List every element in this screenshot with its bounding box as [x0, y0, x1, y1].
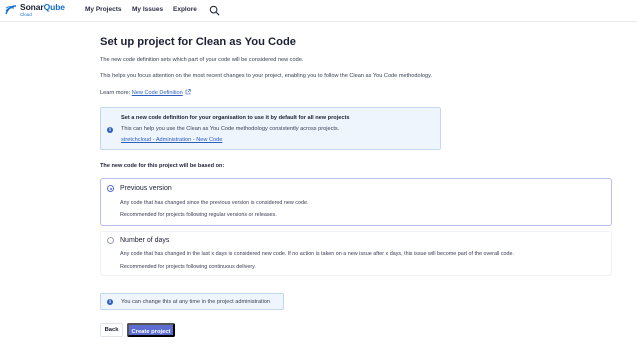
learn-more: Learn more: New Code Definition — [100, 89, 191, 96]
option-description: Any code that has changed in the last x … — [120, 251, 515, 257]
nav-explore[interactable]: Explore — [173, 6, 197, 13]
option-description: Any code that has changed since the prev… — [120, 200, 309, 206]
info-box-text: This can help you use the Clean as You C… — [121, 126, 340, 132]
organisation-new-code-settings-link[interactable]: stretchcloud - Administration - New Code — [121, 137, 222, 143]
option-number-of-days[interactable]: Number of days Any code that has changed… — [100, 231, 612, 276]
top-navigation-bar: SonarQube Cloud My Projects My Issues Ex… — [0, 0, 637, 22]
back-button[interactable]: Back — [100, 323, 123, 337]
page-title: Set up project for Clean as You Code — [100, 36, 297, 48]
option-title: Previous version — [120, 185, 172, 192]
intro-text-1: The new code definition sets which part … — [100, 57, 304, 63]
external-link-icon — [185, 89, 191, 95]
sonarqube-logo-icon — [5, 5, 17, 15]
search-icon[interactable] — [209, 5, 220, 16]
option-recommendation: Recommended for projects following regul… — [120, 212, 277, 218]
new-code-definition-link[interactable]: New Code Definition — [131, 89, 191, 96]
organisation-default-info-box: i Set a new code definition for your org… — [100, 107, 441, 150]
sonarqube-cloud-logo[interactable]: SonarQube Cloud — [5, 3, 65, 19]
change-later-note: i You can change this at any time in the… — [100, 293, 284, 310]
logo-qube-text: Qube — [43, 2, 65, 12]
info-icon: i — [107, 127, 113, 133]
new-code-definition-link-text: New Code Definition — [131, 90, 183, 96]
option-previous-version[interactable]: Previous version Any code that has chang… — [100, 178, 612, 226]
note-text: You can change this at any time in the p… — [121, 299, 271, 305]
nav-my-issues[interactable]: My Issues — [132, 6, 163, 13]
number-of-days-radio[interactable] — [107, 237, 114, 244]
logo-sonar-text: Sonar — [20, 2, 44, 12]
info-box-title: Set a new code definition for your organ… — [121, 115, 350, 121]
intro-text-2: This helps you focus attention on the mo… — [100, 73, 432, 79]
create-project-button[interactable]: Create project — [127, 323, 175, 337]
info-icon: i — [107, 299, 113, 305]
logo-cloud-text: Cloud — [20, 11, 32, 17]
option-title: Number of days — [120, 237, 170, 244]
learn-more-label: Learn more: — [100, 90, 131, 96]
nav-my-projects[interactable]: My Projects — [85, 6, 122, 13]
options-label: The new code for this project will be ba… — [100, 163, 225, 169]
previous-version-radio[interactable] — [107, 185, 114, 192]
option-recommendation: Recommended for projects following conti… — [120, 264, 256, 270]
